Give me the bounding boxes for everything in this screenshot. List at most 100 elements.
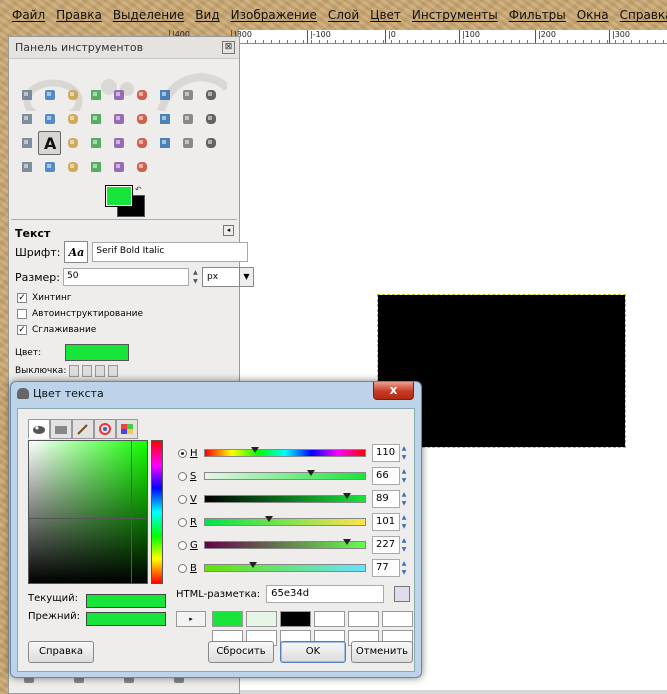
channel-spinner[interactable]: ▲ ▼	[400, 467, 408, 485]
rect-select-icon[interactable]	[15, 83, 38, 107]
menu-item[interactable]: Слой	[328, 8, 359, 22]
checkbox-checked[interactable]: ✓	[17, 293, 27, 303]
bucket-fill-icon[interactable]	[61, 131, 84, 155]
size-spinner[interactable]: ▲ ▼	[192, 268, 199, 286]
hinting-checkbox[interactable]: ✓ Хинтинг	[17, 293, 72, 303]
scale-icon[interactable]	[153, 107, 176, 131]
airbrush-icon[interactable]	[176, 131, 199, 155]
rotate-icon[interactable]	[130, 107, 153, 131]
foreground-color-swatch[interactable]	[105, 185, 133, 207]
menu-item[interactable]: Справка	[620, 8, 667, 22]
watercolor-selector-tab[interactable]	[72, 419, 94, 439]
add-to-history-button[interactable]: ▸	[176, 611, 206, 627]
crop-icon[interactable]	[107, 107, 130, 131]
channel-value-input[interactable]: 101	[372, 513, 400, 531]
heal-icon[interactable]	[38, 155, 61, 179]
fuzzy-select-icon[interactable]	[84, 83, 107, 107]
zoom-icon[interactable]	[15, 107, 38, 131]
slider-thumb[interactable]	[306, 470, 315, 476]
measure-icon[interactable]	[38, 107, 61, 131]
help-button[interactable]: Справка	[28, 641, 94, 663]
autohint-checkbox[interactable]: Автоинструктирование	[17, 309, 143, 319]
channel-radio[interactable]	[178, 540, 187, 550]
close-button[interactable]: x	[373, 382, 414, 400]
reset-button[interactable]: Сбросить	[208, 641, 274, 663]
slider-thumb[interactable]	[343, 539, 352, 545]
smudge-icon[interactable]	[107, 155, 130, 179]
menu-item[interactable]: Окна	[577, 8, 609, 22]
size-input[interactable]: 50	[62, 268, 189, 286]
menu-item[interactable]: Цвет	[370, 8, 401, 22]
eraser-icon[interactable]	[153, 131, 176, 155]
channel-slider[interactable]	[204, 516, 366, 526]
channel-slider[interactable]	[204, 447, 366, 457]
font-input[interactable]: Serif Bold Italic	[92, 242, 249, 262]
channel-value-input[interactable]: 227	[372, 536, 400, 554]
unit-select[interactable]: px ▼	[201, 267, 254, 287]
channel-value-input[interactable]: 110	[372, 444, 400, 462]
hue-strip[interactable]	[151, 440, 163, 584]
history-swatch[interactable]	[382, 611, 413, 627]
palette-selector-tab[interactable]	[116, 419, 138, 439]
checkbox-checked[interactable]: ✓	[17, 325, 27, 335]
channel-spinner[interactable]: ▲ ▼	[400, 559, 408, 577]
slider-thumb[interactable]	[343, 493, 352, 499]
html-notation-input[interactable]: 65e34d	[266, 585, 385, 603]
perspective-icon[interactable]	[199, 107, 222, 131]
text-icon[interactable]: A	[38, 131, 61, 155]
shear-icon[interactable]	[176, 107, 199, 131]
menu-item[interactable]: Выделение	[113, 8, 184, 22]
move-icon[interactable]	[61, 107, 84, 131]
menu-item[interactable]: Изображение	[231, 8, 317, 22]
lasso-icon[interactable]	[61, 83, 84, 107]
history-swatch[interactable]	[314, 611, 345, 627]
justify-center-button[interactable]	[95, 365, 106, 377]
channel-spinner[interactable]: ▲ ▼	[400, 444, 408, 462]
wheel-selector-tab[interactable]	[94, 419, 116, 439]
color-picker-icon[interactable]	[199, 83, 222, 107]
gimp-selector-tab[interactable]	[28, 419, 50, 439]
channel-radio[interactable]	[178, 494, 187, 504]
saturation-value-square[interactable]	[28, 440, 148, 584]
menu-item[interactable]: Вид	[195, 8, 219, 22]
perspective-clone-icon[interactable]	[61, 155, 84, 179]
text-color-button[interactable]	[65, 344, 130, 361]
swap-colors-icon[interactable]: ↶	[135, 185, 142, 194]
slider-thumb[interactable]	[249, 562, 257, 568]
channel-spinner[interactable]: ▲ ▼	[400, 513, 408, 531]
foreground-select-icon[interactable]	[153, 83, 176, 107]
channel-value-input[interactable]: 66	[372, 467, 400, 485]
justify-left-button[interactable]	[69, 365, 80, 377]
blur-icon[interactable]	[84, 155, 107, 179]
cancel-button[interactable]: Отменить	[351, 641, 413, 663]
channel-radio[interactable]	[178, 517, 187, 527]
blend-icon[interactable]	[84, 131, 107, 155]
color-select-icon[interactable]	[107, 83, 130, 107]
close-icon[interactable]: ⊠	[222, 41, 235, 54]
ink-icon[interactable]	[199, 131, 222, 155]
pencil-icon[interactable]	[107, 131, 130, 155]
font-picker-button[interactable]: Aa	[64, 241, 89, 263]
scissors-icon[interactable]	[130, 83, 153, 107]
channel-spinner[interactable]: ▲ ▼	[400, 490, 408, 508]
menu-item[interactable]: Правка	[56, 8, 102, 22]
channel-value-input[interactable]: 89	[372, 490, 400, 508]
justify-right-button[interactable]	[82, 365, 93, 377]
justify-fill-button[interactable]	[108, 365, 119, 377]
clone-icon[interactable]	[15, 155, 38, 179]
ellipse-select-icon[interactable]	[38, 83, 61, 107]
channel-radio[interactable]	[178, 563, 187, 573]
ok-button[interactable]: OK	[280, 641, 346, 663]
checkbox-unchecked[interactable]	[17, 309, 27, 319]
history-swatch[interactable]	[280, 611, 311, 627]
paintbrush-icon[interactable]	[130, 131, 153, 155]
history-swatch[interactable]	[348, 611, 379, 627]
channel-radio[interactable]	[178, 471, 187, 481]
slider-thumb[interactable]	[265, 516, 273, 522]
chevron-down-icon[interactable]: ▼	[238, 268, 253, 286]
menu-item[interactable]: Фильтры	[509, 8, 566, 22]
tab-menu-icon[interactable]: ◂	[223, 225, 234, 236]
slider-thumb[interactable]	[250, 447, 259, 453]
align-icon[interactable]	[84, 107, 107, 131]
channel-slider[interactable]	[204, 562, 366, 572]
